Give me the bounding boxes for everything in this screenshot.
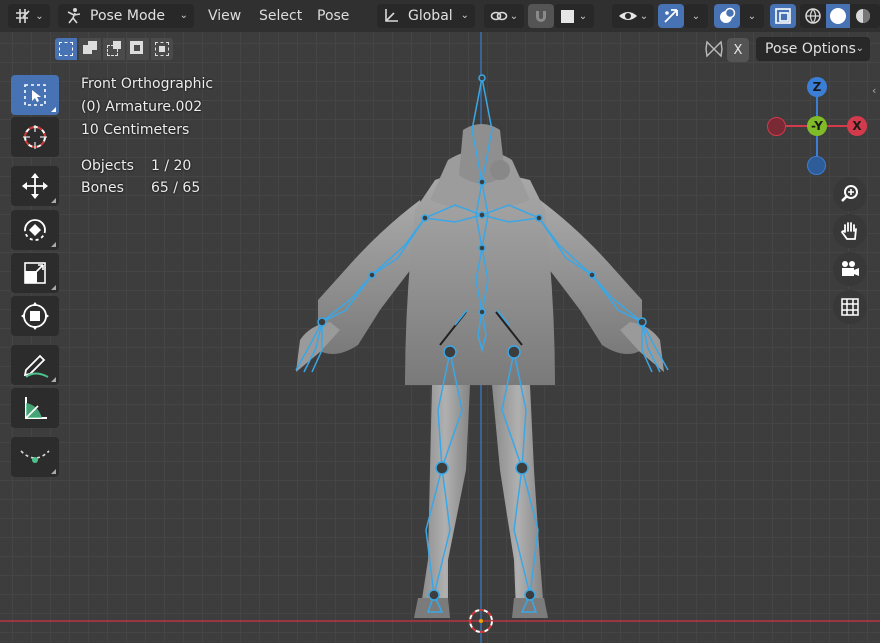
view-name: Front Orthographic [81,76,214,92]
solid-shading-button[interactable] [826,4,850,28]
stat-value-bones: 65 / 65 [151,180,201,196]
stat-label-bones: Bones [81,180,124,196]
wireframe-shading-icon[interactable] [804,7,822,25]
tool-scale[interactable] [11,253,59,293]
mode-label: Pose Mode [90,8,166,24]
3d-viewport[interactable] [0,0,880,643]
pose-options-label: Pose Options [765,41,856,57]
ortho-toggle-button[interactable] [833,290,867,324]
tool-transform[interactable] [11,296,59,336]
shading-modes [800,4,880,28]
tool-measure[interactable] [11,388,59,428]
move-icon [22,173,48,199]
pose-mode-icon [67,8,81,24]
chevron-down-icon: ⌄ [747,10,757,22]
hand-pan-icon [840,222,857,240]
tool-rotate[interactable] [11,210,59,250]
gizmo-x-axis[interactable]: X [847,116,867,136]
menu-view[interactable]: View [208,4,241,28]
orientation-axes-icon [385,9,398,22]
scene-canvas[interactable] [0,0,880,643]
gizmo-toggle[interactable] [658,4,684,28]
select-mode-subtract[interactable] [103,38,125,60]
camera-icon [842,261,859,276]
grid-scale: 10 Centimeters [81,122,190,138]
gizmo-neg-y-axis[interactable]: -Y [807,116,827,136]
gizmo-z-axis[interactable]: Z [807,77,827,97]
gizmo-arrow-icon [664,9,678,23]
select-box-icon [24,84,46,106]
sidebar-toggle-icon[interactable]: ‹ [872,84,876,97]
rotate-icon [24,219,46,241]
butterfly-icon [705,40,723,58]
link-icon [490,11,508,21]
material-shading-icon[interactable] [854,7,872,25]
chevron-down-icon: ⌄ [691,10,701,22]
chevron-down-icon: ⌄ [578,10,588,22]
gizmo-options[interactable]: ⌄ [684,4,708,28]
xray-icon [775,8,791,24]
grid-axis-icon [16,9,30,23]
chevron-down-icon: ⌄ [855,43,864,54]
tool-select-box[interactable] [11,75,59,115]
mode-selector[interactable]: Pose Mode ⌄ [58,4,194,28]
stat-label-objects: Objects [81,158,134,174]
editor-type-button[interactable]: ⌄ [8,4,50,28]
viewport-header: ⌄ Pose Mode ⌄ View Select Pose Global ⌄ … [0,0,880,32]
select-mode-new[interactable] [55,38,77,60]
snap-toggle[interactable] [528,4,554,28]
overlays-options[interactable]: ⌄ [740,4,764,28]
select-mode-intersect[interactable] [151,38,173,60]
scale-icon [24,262,46,284]
grid-ortho-icon [841,298,859,316]
stat-value-objects: 1 / 20 [151,158,192,174]
cursor-icon [23,125,47,149]
camera-view-button[interactable] [833,252,867,286]
chevron-down-icon: ⌄ [35,10,44,22]
pose-options-dropdown[interactable]: Pose Options ⌄ [756,37,870,61]
measure-icon [25,397,47,419]
transform-orientation-dropdown[interactable]: Global ⌄ [377,4,475,28]
gizmo-neg-x-axis[interactable] [767,117,786,136]
chevron-down-icon: ⌄ [639,10,649,22]
tool-move[interactable] [11,166,59,206]
tool-relax-pose[interactable] [11,437,59,477]
object-name: (0) Armature.002 [81,99,203,115]
square-icon [560,9,574,23]
transform-icon [21,302,49,330]
chevron-down-icon: ⌄ [179,10,188,21]
chevron-down-icon: ⌄ [460,10,469,21]
overlays-toggle[interactable] [714,4,740,28]
character-mesh [296,124,664,618]
eye-icon [618,12,637,20]
select-mode-invert[interactable] [127,38,149,60]
zoom-icon [841,185,858,202]
tool-cursor[interactable] [11,117,59,157]
xray-toggle[interactable] [770,4,796,28]
pan-button[interactable] [833,214,867,248]
gizmo-neg-z-axis[interactable] [807,156,826,175]
orientation-label: Global [408,8,453,24]
zoom-button[interactable] [833,177,867,211]
magnet-icon [536,11,546,22]
annotate-icon [23,354,49,378]
x-mirror-toggle[interactable]: X [727,38,749,62]
chevron-down-icon: ⌄ [509,10,519,22]
select-new-icon [59,42,73,56]
select-mode-extend[interactable] [79,38,101,60]
pivot-point-button[interactable]: ⌄ [484,4,524,28]
menu-pose[interactable]: Pose [317,4,349,28]
visibility-button[interactable]: ⌄ [612,4,654,28]
menu-select[interactable]: Select [259,4,302,28]
snap-target-button[interactable]: ⌄ [554,4,594,28]
relax-pose-icon [20,450,50,463]
solid-shading-icon [830,8,846,24]
tool-annotate[interactable] [11,345,59,385]
overlays-icon [720,7,736,23]
